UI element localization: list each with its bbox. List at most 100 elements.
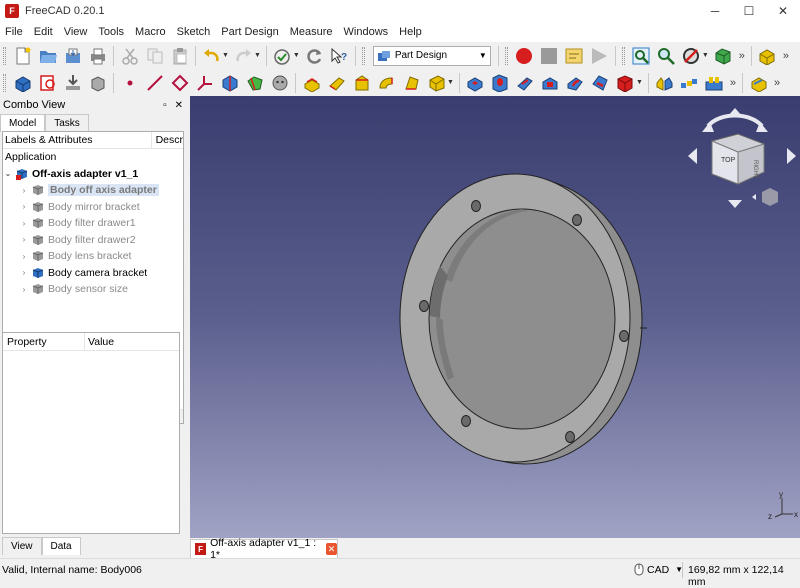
toolbar-grip[interactable] [621, 46, 625, 65]
chevron-right-icon[interactable]: › [19, 285, 29, 294]
undo-icon[interactable] [201, 45, 223, 67]
tree-body-off-axis-adapter[interactable]: › Body off axis adapter [3, 182, 183, 199]
tab-view[interactable]: View [2, 537, 42, 555]
copy-icon[interactable] [144, 45, 166, 67]
measure-linear-icon[interactable] [748, 72, 770, 94]
sub-shape-binder-icon[interactable] [244, 72, 266, 94]
navigation-cube[interactable]: TOP RIGHT [688, 108, 796, 208]
print-icon[interactable] [87, 45, 109, 67]
additive-loft-icon[interactable] [351, 72, 373, 94]
new-document-icon[interactable] [12, 45, 34, 67]
close-tab-icon[interactable]: ✕ [325, 543, 338, 555]
tree-body-filter-drawer2[interactable]: › Body filter drawer2 [3, 232, 183, 249]
value-column[interactable]: Value [85, 333, 114, 350]
toolbar-overflow-icon[interactable]: » [774, 77, 780, 89]
redo-icon[interactable] [232, 45, 254, 67]
run-macro-icon[interactable] [588, 45, 610, 67]
macro-editor-icon[interactable] [563, 45, 585, 67]
tree-body-sensor-size[interactable]: › Body sensor size [3, 281, 183, 298]
draw-style-dropdown-icon[interactable]: ▼ [702, 52, 709, 59]
fit-selection-icon[interactable] [655, 45, 677, 67]
tree-column-labels[interactable]: Labels & Attributes [3, 132, 152, 148]
create-body-icon[interactable] [12, 72, 34, 94]
tree-body-mirror-bracket[interactable]: › Body mirror bracket [3, 199, 183, 216]
bounding-box-icon[interactable] [712, 45, 734, 67]
chevron-right-icon[interactable]: › [19, 202, 29, 211]
tree-column-description[interactable]: Descr [152, 132, 183, 148]
chevron-down-icon[interactable]: ⌄ [3, 169, 13, 178]
mirrored-icon[interactable] [653, 72, 675, 94]
revolution-icon[interactable] [326, 72, 348, 94]
toolbar-grip[interactable] [3, 46, 6, 65]
document-tab[interactable]: F Off-axis adapter v1_1 : 1* ✕ [190, 537, 338, 561]
refresh-check-icon[interactable] [271, 45, 293, 67]
menu-file[interactable]: File [0, 26, 29, 38]
chevron-right-icon[interactable]: › [19, 219, 29, 228]
3d-viewport[interactable]: TOP RIGHT y x z [190, 96, 800, 538]
validate-sketch-icon[interactable] [62, 72, 84, 94]
menu-sketch[interactable]: Sketch [172, 26, 217, 38]
minimize-button[interactable]: ─ [698, 0, 732, 22]
whats-this-icon[interactable]: ? [328, 45, 350, 67]
polar-pattern-icon[interactable] [703, 72, 725, 94]
close-panel-icon[interactable]: ✕ [175, 100, 183, 111]
additive-primitive-icon[interactable] [426, 72, 448, 94]
toolbar-overflow-icon[interactable]: » [783, 50, 789, 62]
clone-body-icon[interactable] [87, 72, 109, 94]
chevron-right-icon[interactable]: › [19, 268, 29, 277]
std-view-box-icon[interactable] [756, 45, 778, 67]
subtractive-pipe-icon[interactable] [564, 72, 586, 94]
workbench-selector[interactable]: Part Design ▼ [372, 45, 491, 66]
toolbar-grip[interactable] [361, 46, 365, 65]
tab-tasks[interactable]: Tasks [45, 114, 89, 132]
pocket-icon[interactable] [464, 72, 486, 94]
open-folder-icon[interactable] [37, 45, 59, 67]
subtractive-loft-icon[interactable] [539, 72, 561, 94]
menu-part-design[interactable]: Part Design [216, 26, 284, 38]
float-panel-icon[interactable]: ▫ [163, 100, 167, 111]
tab-model[interactable]: Model [0, 114, 46, 132]
menu-windows[interactable]: Windows [339, 26, 395, 38]
additive-pipe-icon[interactable] [376, 72, 398, 94]
hole-icon[interactable] [489, 72, 511, 94]
datum-line-icon[interactable] [144, 72, 166, 94]
maximize-button[interactable]: ☐ [732, 0, 766, 22]
record-macro-icon[interactable] [513, 45, 535, 67]
cut-icon[interactable] [119, 45, 141, 67]
undo-dropdown-icon[interactable]: ▼ [222, 52, 229, 59]
linear-pattern-icon[interactable] [678, 72, 700, 94]
fit-all-icon[interactable] [630, 45, 652, 67]
chevron-right-icon[interactable]: › [19, 235, 29, 244]
menu-macro[interactable]: Macro [130, 26, 172, 38]
subtractive-helix-icon[interactable] [589, 72, 611, 94]
menu-edit[interactable]: Edit [29, 26, 59, 38]
menu-view[interactable]: View [59, 26, 94, 38]
menu-tools[interactable]: Tools [93, 26, 130, 38]
recompute-icon[interactable] [303, 45, 325, 67]
tree-document[interactable]: ⌄ Off-axis adapter v1_1 [3, 166, 183, 183]
groove-icon[interactable] [514, 72, 536, 94]
adapter-ring-part[interactable] [399, 173, 647, 465]
pad-icon[interactable] [301, 72, 323, 94]
local-coordinate-system-icon[interactable] [194, 72, 216, 94]
tree-body-camera-bracket[interactable]: › Body camera bracket [3, 265, 183, 282]
menu-measure[interactable]: Measure [285, 26, 339, 38]
draw-style-icon[interactable] [680, 45, 702, 67]
create-sketch-icon[interactable] [37, 72, 59, 94]
save-icon[interactable] [62, 45, 84, 67]
additive-helix-icon[interactable] [401, 72, 423, 94]
chevron-right-icon[interactable]: › [19, 252, 29, 261]
tree-body-filter-drawer1[interactable]: › Body filter drawer1 [3, 215, 183, 232]
toolbar-overflow-icon[interactable]: » [730, 77, 736, 89]
create-clone-icon[interactable] [269, 72, 291, 94]
additive-primitive-dropdown-icon[interactable]: ▼ [447, 79, 454, 86]
datum-plane-icon[interactable] [169, 72, 191, 94]
shape-binder-icon[interactable] [219, 72, 241, 94]
datum-point-icon[interactable] [119, 72, 141, 94]
subtractive-primitive-dropdown-icon[interactable]: ▼ [636, 79, 643, 86]
tree-body-lens-bracket[interactable]: › Body lens bracket [3, 248, 183, 265]
tab-data[interactable]: Data [41, 537, 81, 555]
close-button[interactable]: ✕ [766, 0, 800, 22]
menu-help[interactable]: Help [394, 26, 428, 38]
navigation-style-selector[interactable]: CAD ▼ [634, 563, 683, 576]
